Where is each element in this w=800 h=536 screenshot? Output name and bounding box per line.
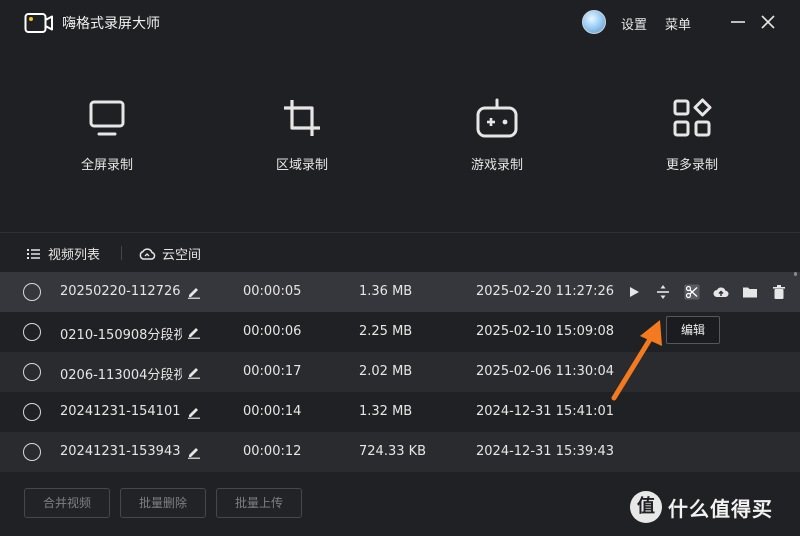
- mode-label: 全屏录制: [80, 158, 133, 173]
- edit-icon[interactable]: [684, 284, 700, 300]
- list-icon: [27, 248, 40, 259]
- batch-upload-button[interactable]: 批量上传: [216, 488, 302, 518]
- minimize-icon[interactable]: [728, 12, 748, 32]
- video-duration: 00:00:05: [243, 284, 302, 299]
- tab-label: 云空间: [162, 248, 202, 263]
- folder-icon[interactable]: [742, 284, 758, 300]
- watermark-text: 什么值得买: [668, 496, 773, 521]
- watermark: 值 什么值得买: [630, 490, 773, 524]
- video-duration: 00:00:14: [243, 404, 302, 419]
- video-date: 2024-12-31 15:39:43: [476, 444, 615, 459]
- video-name: 0210-150908分段视: [60, 328, 182, 343]
- video-name: 0206-113004分段视: [60, 368, 182, 383]
- row-checkbox[interactable]: [23, 363, 41, 381]
- scrollbar[interactable]: [794, 272, 797, 276]
- video-name: 20250220-112726: [60, 284, 181, 299]
- rename-pencil-icon[interactable]: [187, 445, 201, 459]
- video-duration: 00:00:17: [243, 364, 302, 379]
- video-size: 724.33 KB: [359, 444, 427, 459]
- row-checkbox[interactable]: [23, 403, 41, 421]
- video-duration: 00:00:12: [243, 444, 302, 459]
- video-date: 2025-02-10 15:09:08: [476, 324, 615, 339]
- mode-game[interactable]: 游戏录制: [437, 98, 557, 173]
- video-date: 2024-12-31 15:41:01: [476, 404, 615, 419]
- mode-fullscreen[interactable]: 全屏录制: [47, 98, 167, 173]
- row-checkbox[interactable]: [23, 443, 41, 461]
- table-row[interactable]: 20241231-154101 00:00:14 1.32 MB 2024-12…: [0, 392, 800, 432]
- play-icon[interactable]: [626, 284, 642, 300]
- gamepad-icon: [476, 98, 518, 138]
- grid-icon: [673, 98, 712, 137]
- video-date: 2025-02-06 11:30:04: [476, 364, 615, 379]
- monitor-icon: [89, 100, 125, 136]
- video-size: 2.02 MB: [359, 364, 413, 379]
- recording-modes: 全屏录制 区域录制 游戏录制 更多录制: [0, 46, 800, 232]
- settings-button[interactable]: 设置: [621, 14, 647, 33]
- upload-cloud-icon[interactable]: [713, 284, 729, 300]
- avatar[interactable]: [582, 10, 606, 34]
- menu-button[interactable]: 菜单: [665, 14, 691, 33]
- title-bar: 嗨格式录屏大师 设置 菜单: [0, 0, 800, 46]
- rename-pencil-icon[interactable]: [187, 325, 201, 339]
- video-size: 1.36 MB: [359, 284, 413, 299]
- mode-region[interactable]: 区域录制: [242, 98, 362, 173]
- delete-icon[interactable]: [771, 284, 787, 300]
- row-checkbox[interactable]: [23, 283, 41, 301]
- video-duration: 00:00:06: [243, 324, 302, 339]
- rename-pencil-icon[interactable]: [187, 365, 201, 379]
- tab-bar: 视频列表 云空间: [0, 232, 800, 272]
- video-size: 2.25 MB: [359, 324, 413, 339]
- split-icon[interactable]: [655, 284, 671, 300]
- tab-divider: [121, 246, 122, 260]
- video-name: 20241231-154101: [60, 404, 181, 419]
- table-row[interactable]: 0206-113004分段视 00:00:17 2.02 MB 2025-02-…: [0, 352, 800, 392]
- video-name: 20241231-153943: [60, 444, 181, 459]
- mode-label: 更多录制: [665, 158, 718, 173]
- table-row[interactable]: 20241231-153943 00:00:12 724.33 KB 2024-…: [0, 432, 800, 472]
- table-row[interactable]: 20250220-112726 00:00:05 1.36 MB 2025-02…: [0, 272, 800, 312]
- tab-label: 视频列表: [48, 248, 101, 263]
- rename-pencil-icon[interactable]: [187, 405, 201, 419]
- camera-logo-icon: [24, 13, 53, 33]
- mode-label: 游戏录制: [470, 158, 523, 173]
- row-checkbox[interactable]: [23, 323, 41, 341]
- close-icon[interactable]: [758, 12, 778, 32]
- watermark-badge: 值: [630, 491, 662, 523]
- cloud-icon: [139, 247, 156, 260]
- tab-cloud-space[interactable]: 云空间: [138, 244, 201, 263]
- video-date: 2025-02-20 11:27:26: [476, 284, 615, 299]
- rename-pencil-icon[interactable]: [187, 285, 201, 299]
- merge-videos-button[interactable]: 合并视频: [24, 488, 110, 518]
- batch-delete-button[interactable]: 批量删除: [120, 488, 206, 518]
- video-size: 1.32 MB: [359, 404, 413, 419]
- video-list: 20250220-112726 00:00:05 1.36 MB 2025-02…: [0, 272, 800, 472]
- annotation-arrow-icon: [611, 320, 662, 401]
- crop-icon: [284, 100, 320, 136]
- mode-label: 区域录制: [275, 158, 328, 173]
- tab-video-list[interactable]: 视频列表: [26, 244, 100, 263]
- app-title: 嗨格式录屏大师: [62, 16, 160, 32]
- mode-more[interactable]: 更多录制: [632, 98, 752, 173]
